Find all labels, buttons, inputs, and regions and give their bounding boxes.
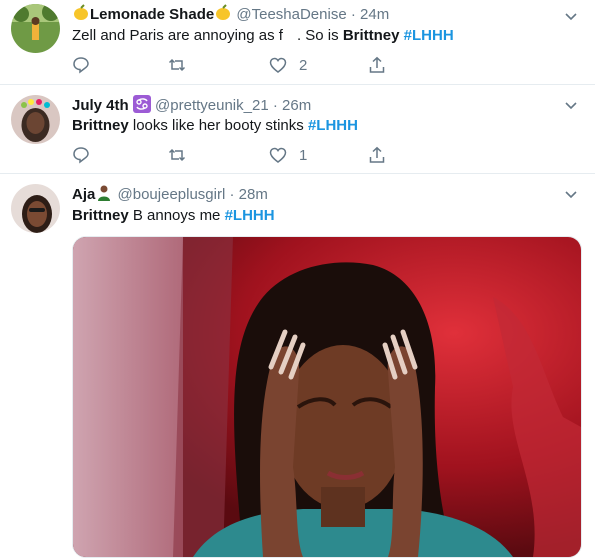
- lemon-emoji: [214, 4, 232, 28]
- reply-icon: [73, 147, 89, 164]
- share-button[interactable]: [368, 55, 386, 75]
- timestamp[interactable]: 26m: [282, 97, 311, 114]
- handle[interactable]: @prettyeunik_21: [155, 97, 269, 114]
- mention-name: Brittney: [72, 207, 129, 224]
- hashtag-link[interactable]: #LHHH: [404, 27, 454, 44]
- mention-name: Brittney: [72, 117, 129, 134]
- chevron-down-icon[interactable]: [563, 97, 579, 113]
- display-name[interactable]: Lemonade Shade: [90, 6, 214, 23]
- avatar[interactable]: [11, 4, 60, 53]
- tweet[interactable]: Lemonade Shade @TeeshaDenise · 24m Zell …: [0, 0, 595, 85]
- like-count: 2: [299, 56, 308, 74]
- share-icon: [369, 146, 385, 163]
- lemon-emoji: [72, 4, 90, 28]
- tweet-text: Zell and Paris are annoying as f: [72, 27, 283, 44]
- tweet-text: . So is: [296, 27, 343, 44]
- share-button[interactable]: [368, 145, 386, 165]
- heart-icon: [269, 57, 287, 73]
- retweet-icon: [168, 58, 186, 72]
- separator: ·: [229, 186, 235, 203]
- person-emoji: [95, 184, 113, 208]
- reply-button[interactable]: [72, 55, 90, 75]
- hashtag-link[interactable]: #LHHH: [225, 207, 275, 224]
- separator: ·: [272, 97, 278, 114]
- chevron-down-icon[interactable]: [563, 8, 579, 24]
- avatar[interactable]: [11, 95, 60, 144]
- like-button[interactable]: 2: [269, 55, 307, 75]
- reply-button[interactable]: [72, 145, 90, 165]
- chevron-down-icon[interactable]: [563, 186, 579, 202]
- share-icon: [369, 56, 385, 73]
- display-name[interactable]: Aja: [72, 186, 95, 203]
- display-name[interactable]: July 4th: [72, 97, 129, 114]
- tweet-text: looks like her booty stinks: [128, 117, 308, 134]
- timestamp[interactable]: 24m: [360, 6, 389, 23]
- hashtag-link[interactable]: #LHHH: [308, 117, 358, 134]
- tweet-text: B annoys me: [128, 207, 225, 224]
- handle[interactable]: @boujeeplusgirl: [118, 186, 226, 203]
- retweet-button[interactable]: [168, 55, 186, 75]
- gif-image: [73, 237, 581, 557]
- tweet[interactable]: July 4th @prettyeunik_21 · 26m Brittney …: [0, 85, 595, 174]
- mention-name: Brittney: [342, 27, 400, 44]
- avatar[interactable]: [11, 184, 60, 233]
- retweet-icon: [168, 148, 186, 162]
- handle[interactable]: @TeeshaDenise: [236, 6, 346, 23]
- timestamp[interactable]: 28m: [239, 186, 268, 203]
- like-count: 1: [299, 146, 308, 164]
- tweet-media-gif[interactable]: [72, 236, 582, 558]
- retweet-button[interactable]: [168, 145, 186, 165]
- heart-icon: [269, 147, 287, 163]
- reply-icon: [73, 57, 89, 74]
- like-button[interactable]: 1: [269, 145, 307, 165]
- separator: ·: [350, 6, 356, 23]
